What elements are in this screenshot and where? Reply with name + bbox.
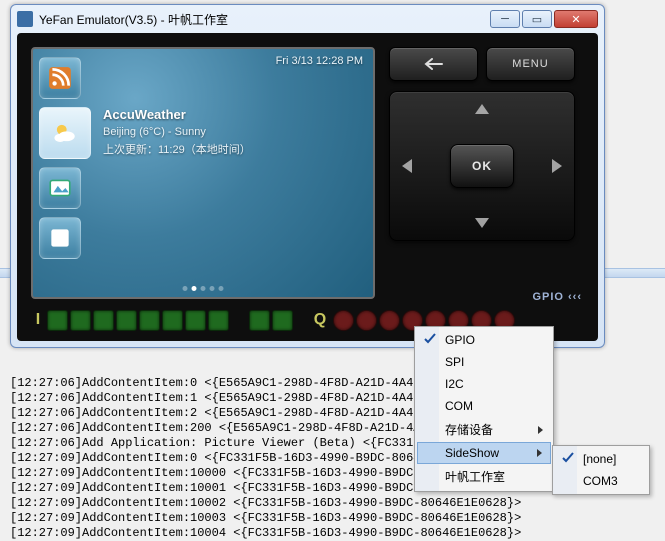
minimize-button[interactable]: ─ — [490, 10, 520, 28]
dpad-left[interactable] — [402, 159, 412, 173]
menu-item-spi[interactable]: SPI — [417, 351, 551, 373]
weather-updated: 上次更新：11:29（本地时间） — [103, 141, 363, 157]
submenu-item-com3[interactable]: COM3 — [555, 470, 655, 492]
menu-item-com[interactable]: COM — [417, 395, 551, 417]
gadget-blank-icon[interactable] — [39, 217, 81, 259]
output-0[interactable] — [333, 310, 354, 331]
input-3[interactable] — [116, 310, 137, 331]
device-clock: Fri 3/13 12:28 PM — [276, 55, 363, 67]
context-menu[interactable]: GPIOSPII2CCOM存储设备SideShow叶帆工作室 — [414, 326, 554, 492]
menu-item-叶帆工作室[interactable]: 叶帆工作室 — [417, 464, 551, 489]
output-1[interactable] — [356, 310, 377, 331]
client-area: Fri 3/13 12:28 PM AccuW — [17, 33, 598, 341]
dpad-right[interactable] — [552, 159, 562, 173]
device-screen[interactable]: Fri 3/13 12:28 PM AccuW — [31, 47, 375, 299]
app-icon — [17, 11, 33, 27]
back-button[interactable] — [389, 47, 478, 81]
input-8[interactable] — [249, 310, 270, 331]
menu-item-存储设备[interactable]: 存储设备 — [417, 417, 551, 442]
sideshow-submenu[interactable]: [none]COM3 — [552, 445, 650, 495]
weather-title: AccuWeather — [103, 107, 363, 122]
input-2[interactable] — [93, 310, 114, 331]
submenu-arrow-icon — [538, 426, 543, 434]
input-0[interactable] — [47, 310, 68, 331]
gadget-feed-icon[interactable] — [39, 57, 81, 99]
gpio-toggle[interactable]: GPIO ‹‹‹ — [532, 291, 582, 303]
submenu-arrow-icon — [537, 449, 542, 457]
input-5[interactable] — [162, 310, 183, 331]
gadget-rail — [39, 57, 91, 259]
menu-button[interactable]: MENU — [486, 47, 575, 81]
weather-location: Beijing (6°C) - Sunny — [103, 126, 363, 138]
gadget-photo-icon[interactable] — [39, 167, 81, 209]
output-label: Q — [313, 311, 327, 329]
dpad: OK — [389, 91, 575, 241]
input-label: I — [31, 311, 45, 329]
menu-item-sideshow[interactable]: SideShow — [417, 442, 551, 464]
dpad-down[interactable] — [475, 218, 489, 228]
maximize-button[interactable]: ▭ — [522, 10, 552, 28]
menu-item-gpio[interactable]: GPIO — [417, 329, 551, 351]
input-1[interactable] — [70, 310, 91, 331]
output-2[interactable] — [379, 310, 400, 331]
window-title: YeFan Emulator(V3.5) - 叶帆工作室 — [39, 11, 490, 28]
check-icon — [561, 451, 575, 465]
device-keypad: MENU OK — [389, 47, 575, 299]
submenu-item-none[interactable]: [none] — [555, 448, 655, 470]
titlebar[interactable]: YeFan Emulator(V3.5) - 叶帆工作室 ─ ▭ ✕ — [11, 5, 604, 33]
check-icon — [423, 332, 437, 346]
page-dots — [183, 286, 224, 291]
menu-item-i2c[interactable]: I2C — [417, 373, 551, 395]
emulator-window: YeFan Emulator(V3.5) - 叶帆工作室 ─ ▭ ✕ Fri 3… — [10, 4, 605, 348]
input-7[interactable] — [208, 310, 229, 331]
input-9[interactable] — [272, 310, 293, 331]
ok-button[interactable]: OK — [450, 144, 514, 188]
input-6[interactable] — [185, 310, 206, 331]
input-4[interactable] — [139, 310, 160, 331]
gadget-weather-icon[interactable] — [39, 107, 91, 159]
close-button[interactable]: ✕ — [554, 10, 598, 28]
dpad-up[interactable] — [475, 104, 489, 114]
weather-panel: AccuWeather Beijing (6°C) - Sunny 上次更新：1… — [103, 107, 363, 160]
